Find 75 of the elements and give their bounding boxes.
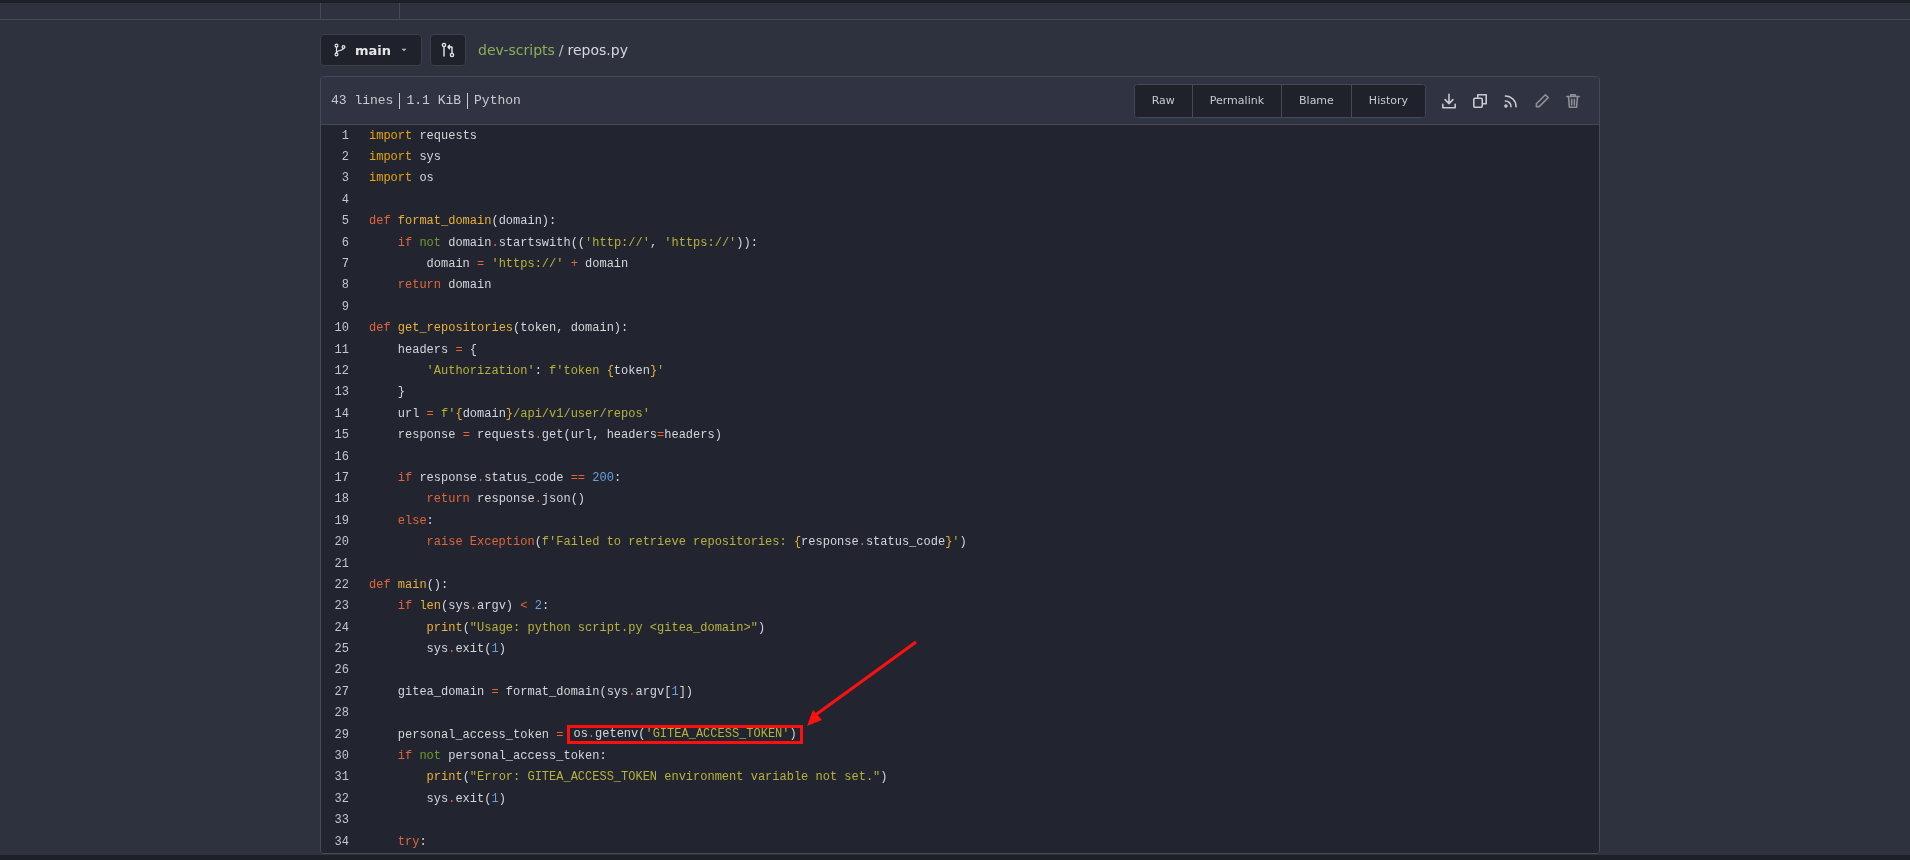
compare-icon — [440, 42, 457, 58]
line-number: 6 — [340, 235, 349, 250]
line-number: 34 — [333, 834, 349, 849]
line-number: 12 — [333, 364, 349, 378]
code-line: def main(): — [369, 576, 449, 594]
file-info: 43 lines — [331, 92, 395, 109]
line-number: 26 — [333, 663, 349, 678]
code-line: sys.exit(1) — [425, 790, 506, 808]
code-line: if not domain.startswith(('http://', 'https://')): — [396, 234, 758, 252]
line-number: 16 — [333, 449, 349, 464]
line-number: 9 — [340, 299, 349, 314]
line-number: 7 — [340, 257, 349, 272]
line-number: 31 — [333, 770, 349, 785]
file-info: 1.1 KiB — [399, 92, 468, 109]
code-line: try: — [396, 833, 427, 851]
code-line: domain = 'https://' + domain — [425, 256, 629, 274]
code-line: if response.status_code == 200: — [396, 469, 622, 487]
branch-button[interactable]: main — [320, 34, 423, 66]
code-line: sys.exit(1) — [425, 641, 506, 659]
line-number: 22 — [333, 577, 349, 592]
file-info: Python — [467, 92, 527, 109]
line-number: 5 — [340, 214, 349, 229]
line-number: 1 — [340, 128, 349, 143]
code-line: if not personal_access_token: — [396, 748, 607, 765]
line-number: 29 — [333, 727, 349, 742]
line-number: 17 — [333, 470, 349, 485]
code-line: print("Usage: python script.py <gitea_domain>") — [425, 619, 766, 637]
line-number: 21 — [333, 556, 349, 571]
line-number: 14 — [333, 406, 349, 421]
repo-link[interactable]: dev-scripts — [478, 42, 555, 58]
code-line: return domain — [396, 277, 492, 295]
code-line: def format_domain(domain): — [369, 213, 557, 231]
line-number: 24 — [333, 620, 349, 635]
line-number: 30 — [333, 749, 349, 763]
code-line: import os — [369, 170, 434, 188]
trash-icon[interactable] — [1563, 91, 1582, 110]
code-line: import requests — [369, 127, 478, 145]
line-number: 19 — [333, 513, 349, 528]
file-action-button[interactable]: History — [1350, 84, 1425, 117]
line-number: 10 — [333, 321, 349, 336]
download-icon[interactable] — [1439, 91, 1458, 110]
code-line: gitea_domain = format_domain(sys.argv[1]) — [396, 683, 694, 701]
compare-button[interactable] — [430, 34, 467, 66]
line-number: 3 — [340, 171, 349, 186]
line-number: 20 — [333, 535, 349, 550]
line-number: 4 — [340, 192, 349, 207]
code-line: import sys — [369, 149, 442, 167]
line-number: 32 — [333, 791, 349, 806]
branch-icon — [333, 43, 347, 57]
line-number: 11 — [333, 342, 349, 357]
line-number: 28 — [333, 706, 349, 721]
line-number: 23 — [333, 599, 349, 614]
code-line: else: — [396, 512, 434, 530]
code-line: def get_repositories(token, domain): — [369, 320, 629, 338]
code-line: raise Exception(f'Failed to retrieve repositories: {response.status_code}') — [425, 534, 967, 552]
code-line: print("Error: GITEA_ACCESS_TOKEN environment variable not set.") — [425, 769, 888, 787]
line-number: 8 — [340, 278, 349, 293]
path-separator: / — [558, 42, 564, 58]
code-line: 'Authorization': f'token {token}' — [425, 363, 665, 380]
line-number: 13 — [333, 385, 349, 400]
line-number: 18 — [333, 492, 349, 507]
line-number: 2 — [340, 150, 349, 165]
code-line: url = f'{domain}/api/v1/user/repos' — [396, 405, 650, 423]
code-line: } — [396, 384, 405, 402]
code-line: return response.json() — [425, 491, 586, 509]
line-number: 27 — [333, 684, 349, 699]
code-line: response = requests.get(url, headers=headers) — [396, 427, 722, 445]
line-number: 15 — [333, 428, 349, 443]
line-number: 25 — [333, 642, 349, 657]
code-line: if len(sys.argv) < 2: — [396, 598, 550, 616]
code-line: personal_access_token = os.getenv('GITEA_ACCESS_TOKEN') — [369, 723, 803, 746]
line-number: 33 — [333, 813, 349, 828]
copy-icon[interactable] — [1470, 91, 1489, 110]
code-line: headers = { — [396, 341, 478, 359]
file-name: repos.py — [567, 42, 628, 58]
